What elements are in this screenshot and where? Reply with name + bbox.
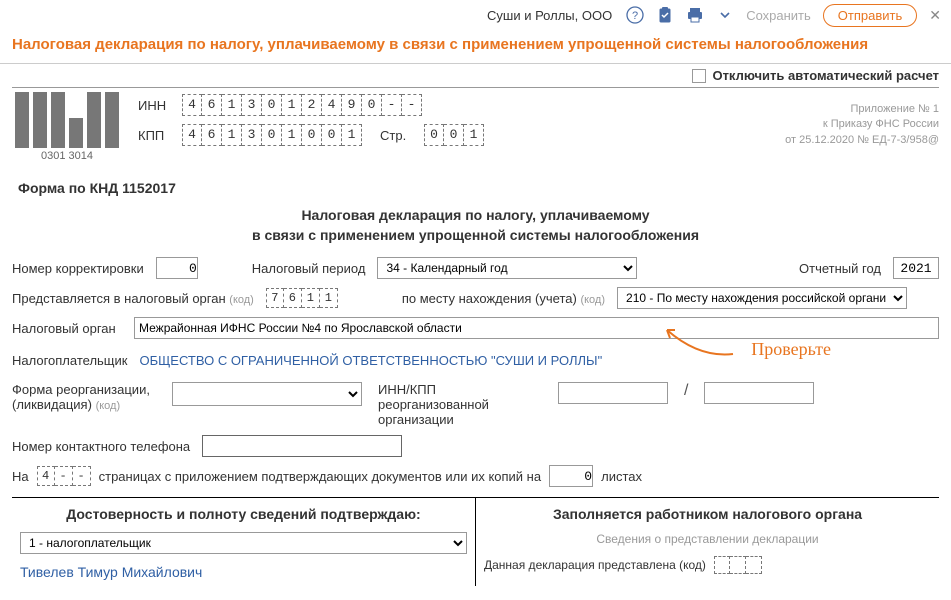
inn-cells[interactable]: 4613012490-- [182, 94, 422, 116]
page-label: Стр. [380, 128, 414, 143]
help-icon[interactable]: ? [626, 6, 644, 24]
inspector-heading: Заполняется работником налогового органа [484, 506, 931, 522]
reorg-label-1: Форма реорганизации, [12, 382, 162, 397]
period-label: Налоговый период [252, 261, 366, 276]
reorg-form-select[interactable] [172, 382, 362, 406]
correction-label: Номер корректировки [12, 261, 144, 276]
location-label: по месту нахождения (учета) (код) [402, 291, 605, 306]
disable-auto-checkbox[interactable] [692, 69, 706, 83]
org-name-toolbar: Суши и Роллы, ООО [487, 8, 612, 23]
svg-text:?: ? [632, 10, 638, 22]
save-link[interactable]: Сохранить [746, 8, 811, 23]
page-cells: 001 [424, 124, 484, 146]
kpp-label: КПП [138, 128, 172, 143]
payer-label: Налогоплательщик [12, 353, 127, 368]
inspector-sub: Сведения о представлении декларации [484, 532, 931, 546]
reorg-kpp-input[interactable] [704, 382, 814, 404]
pages-prefix: На [12, 469, 29, 484]
presented-code-label: Данная декларация представлена (код) [484, 558, 706, 572]
inn-label: ИНН [138, 98, 172, 113]
signer-name[interactable]: Тивелев Тимур Михайлович [20, 564, 467, 580]
tax-org-label: Налоговый орган [12, 321, 122, 336]
disable-auto-label: Отключить автоматический расчет [712, 68, 939, 83]
barcode: 0301 3014 [12, 92, 122, 162]
sheets-input[interactable] [549, 465, 593, 487]
appendix-note: Приложение № 1 к Приказу ФНС России от 2… [785, 92, 939, 148]
submit-to-label: Представляется в налоговый орган (код) [12, 291, 254, 306]
print-icon[interactable] [686, 6, 704, 24]
tax-period-select[interactable]: 34 - Календарный год [377, 257, 637, 279]
year-input[interactable] [893, 257, 939, 279]
clipboard-icon[interactable] [656, 6, 674, 24]
reorg-label-2: (ликвидация) [12, 397, 92, 412]
reorg-innkpp-label-1: ИНН/КПП реорганизованной [378, 382, 548, 412]
confirm-select[interactable]: 1 - налогоплательщик [20, 532, 467, 554]
chevron-down-icon[interactable] [716, 6, 734, 24]
presented-code-cells [714, 556, 762, 574]
declaration-heading: Налоговая декларация по налогу, уплачива… [12, 206, 939, 245]
payer-value: ОБЩЕСТВО С ОГРАНИЧЕННОЙ ОТВЕТСТВЕННОСТЬЮ… [139, 347, 602, 374]
page-title: Налоговая декларация по налогу, уплачива… [0, 30, 951, 64]
phone-label: Номер контактного телефона [12, 439, 190, 454]
reorg-inn-input[interactable] [558, 382, 668, 404]
kpp-cells[interactable]: 461301001 [182, 124, 362, 146]
correction-input[interactable] [156, 257, 198, 279]
reorg-innkpp-label-2: организации [378, 412, 548, 427]
pages-cells[interactable]: 4-- [37, 466, 91, 486]
pages-suffix: листах [601, 469, 642, 484]
location-select[interactable]: 210 - По месту нахождения российской орг… [617, 287, 907, 309]
phone-input[interactable] [202, 435, 402, 457]
send-button[interactable]: Отправить [823, 4, 917, 27]
close-icon[interactable]: ✕ [929, 7, 941, 24]
form-knd: Форма по КНД 1152017 [18, 180, 939, 196]
confirm-heading: Достоверность и полноту сведений подтвер… [20, 506, 467, 522]
pages-middle: страницах с приложением подтверждающих д… [99, 469, 541, 484]
year-label: Отчетный год [799, 261, 881, 276]
tax-org-input[interactable] [134, 317, 939, 339]
tax-org-code[interactable]: 7611 [266, 288, 338, 308]
